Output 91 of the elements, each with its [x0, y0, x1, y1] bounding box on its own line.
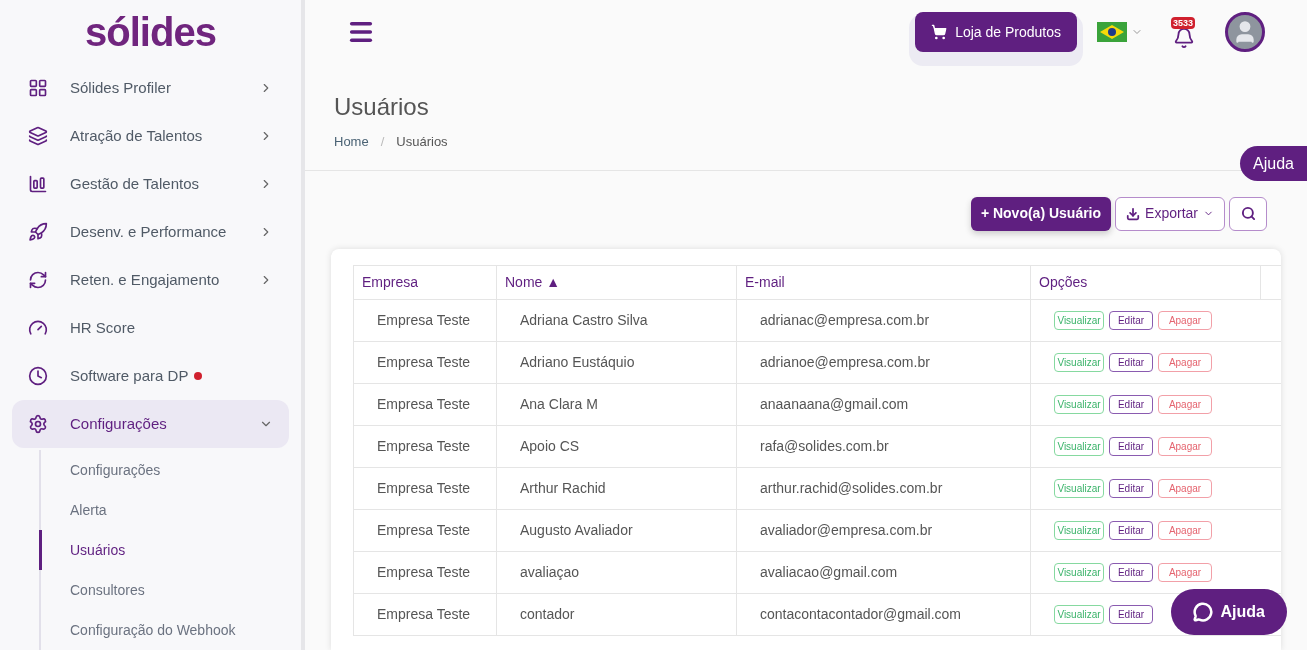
notification-count: 3533	[1171, 17, 1196, 29]
breadcrumb-link[interactable]: Home	[334, 132, 369, 152]
notifications-button[interactable]: 3533	[1167, 15, 1201, 49]
table-cell: Empresa Teste	[354, 509, 497, 551]
table-cell: avaliaçao	[497, 551, 737, 593]
table-cell: contador	[497, 593, 737, 635]
column-header[interactable]: Nome ▲	[497, 265, 737, 299]
table-cell: Empresa Teste	[354, 467, 497, 509]
column-header: Empresa	[354, 265, 497, 299]
bell-icon	[1173, 27, 1195, 49]
delete-button[interactable]: Apagar	[1158, 478, 1212, 498]
language-selector[interactable]	[1097, 22, 1143, 42]
submenu-item[interactable]: Configurações	[39, 450, 289, 490]
delete-button[interactable]: Apagar	[1158, 520, 1212, 540]
new-user-button[interactable]: + Novo(a) Usuário	[970, 196, 1112, 231]
avatar[interactable]	[1225, 12, 1265, 52]
delete-button[interactable]: Apagar	[1158, 562, 1212, 582]
grid-icon	[28, 78, 48, 98]
column-header: Opções	[1031, 265, 1261, 299]
sidebar-item[interactable]: Sólides Profiler	[12, 64, 289, 112]
delete-button[interactable]: Apagar	[1158, 394, 1212, 414]
edit-button[interactable]: Editar	[1109, 436, 1153, 456]
sidebar-label: HR Score	[70, 317, 136, 338]
logo: sólides	[85, 12, 216, 52]
submenu-item[interactable]: Usuários	[39, 530, 289, 570]
sidebar-item[interactable]: Desenv. e Performance	[12, 208, 289, 256]
chat-icon	[1192, 602, 1213, 622]
table-cell: Adriano Eustáquio	[497, 341, 737, 383]
delete-button[interactable]: Apagar	[1158, 352, 1212, 372]
sidebar-item[interactable]: Reten. e Engajamento	[12, 256, 289, 304]
layers-icon	[28, 126, 48, 146]
settings-icon	[28, 414, 48, 434]
sidebar-label: Sólides Profiler	[70, 77, 171, 98]
table-cell: Augusto Avaliador	[497, 509, 737, 551]
clock-icon	[28, 366, 48, 386]
refresh-icon	[28, 270, 48, 290]
sidebar-label: Gestão de Talentos	[70, 173, 199, 194]
edit-button[interactable]: Editar	[1109, 520, 1153, 540]
submenu-item[interactable]: Configuração do Webhook	[39, 610, 289, 650]
edit-button[interactable]: Editar	[1109, 394, 1153, 414]
edit-button[interactable]: Editar	[1109, 310, 1153, 330]
page-title: Usuários	[334, 92, 430, 122]
table-cell: Empresa Teste	[354, 593, 497, 635]
edit-button[interactable]: Editar	[1109, 478, 1153, 498]
edit-button[interactable]: Editar	[1109, 562, 1153, 582]
table-cell: anaanaana@gmail.com	[737, 383, 1031, 425]
table-cell: adrianac@empresa.com.br	[737, 299, 1031, 341]
submenu-item[interactable]: Alerta	[39, 490, 289, 530]
table-cell: Adriana Castro Silva	[497, 299, 737, 341]
gauge-icon	[28, 318, 48, 338]
sidebar-item[interactable]: Atração de Talentos	[12, 112, 289, 160]
table-cell: Empresa Teste	[354, 551, 497, 593]
search-icon	[1240, 206, 1256, 221]
help-tab[interactable]: Ajuda	[1240, 146, 1307, 181]
table-cell: Empresa Teste	[354, 425, 497, 467]
bar-chart-icon	[28, 174, 48, 194]
breadcrumb-separator: /	[380, 133, 385, 151]
flag-icon	[1097, 22, 1127, 42]
sidebar-label: Reten. e Engajamento	[70, 269, 220, 290]
sidebar-item[interactable]: Gestão de Talentos	[12, 160, 289, 208]
sidebar-item[interactable]: Software para DP	[12, 352, 289, 400]
table-cell: contacontacontador@gmail.com	[737, 593, 1031, 635]
edit-button[interactable]: Editar	[1109, 352, 1153, 372]
edit-button[interactable]: Editar	[1109, 604, 1153, 624]
sidebar-item[interactable]: Configurações	[12, 400, 289, 448]
export-button[interactable]: Exportar	[1115, 196, 1225, 231]
download-icon	[1126, 206, 1141, 221]
table-cell: adrianoe@empresa.com.br	[737, 341, 1031, 383]
table-cell: Empresa Teste	[354, 341, 497, 383]
sidebar-item[interactable]: HR Score	[12, 304, 289, 352]
sidebar-label: Atração de Talentos	[70, 125, 203, 146]
table-cell: Arthur Rachid	[497, 467, 737, 509]
table-cell: arthur.rachid@solides.com.br	[737, 467, 1031, 509]
table-cell: rafa@solides.com.br	[737, 425, 1031, 467]
table-cell: Apoio CS	[497, 425, 737, 467]
delete-button[interactable]: Apagar	[1158, 436, 1212, 456]
table-cell: Empresa Teste	[354, 299, 497, 341]
table-cell: Ana Clara M	[497, 383, 737, 425]
help-button[interactable]: Ajuda	[1170, 589, 1287, 635]
sidebar-label: Configurações	[70, 413, 167, 434]
cart-icon	[931, 24, 948, 40]
submenu-item[interactable]: Consultores	[39, 570, 289, 610]
column-header: E-mail	[737, 265, 1031, 299]
sidebar-label: Software para DP	[70, 365, 189, 386]
delete-button[interactable]: Apagar	[1158, 310, 1212, 330]
table-cell: Empresa Teste	[354, 383, 497, 425]
table-cell: avaliador@empresa.com.br	[737, 509, 1031, 551]
search-button[interactable]	[1229, 196, 1267, 231]
sidebar-label: Desenv. e Performance	[70, 221, 227, 242]
rocket-icon	[28, 222, 48, 242]
table-cell: avaliacao@gmail.com	[737, 551, 1031, 593]
